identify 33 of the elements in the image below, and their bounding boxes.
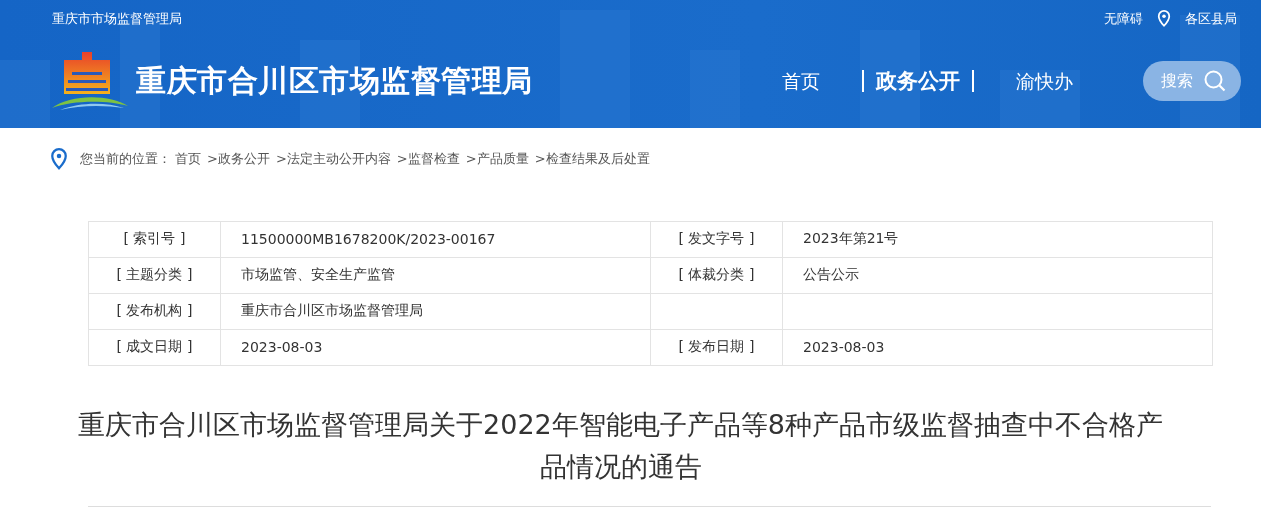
field-label: [ 成文日期 ] [116,338,193,354]
search-icon [1203,69,1227,93]
field-value: 11500000MB1678200K/2023-00167 [241,231,496,247]
nav-tab[interactable]: 政务公开 [862,70,974,92]
field-label: [ 发布机构 ] [116,302,193,318]
field-value: 市场监管、安全生产监管 [241,266,395,282]
breadcrumb-link[interactable]: >政务公开 [207,150,270,169]
field-label: [ 体裁分类 ] [678,266,755,282]
field-value: 2023年第21号 [803,230,899,246]
site-title: 重庆市合川区市场监督管理局 [136,61,533,100]
site-link[interactable]: 重庆市市场监督管理局 [52,10,182,28]
field-label: [ 主题分类 ] [116,266,193,282]
field-label: [ 发文字号 ] [678,230,755,246]
breadcrumb-link[interactable]: >法定主动公开内容 [275,150,391,169]
breadcrumb-link[interactable]: 首页 [175,150,201,169]
breadcrumb-link[interactable]: >产品质量 [465,150,529,169]
field-value: 重庆市合川区市场监督管理局 [241,302,423,318]
location-pin-icon [50,148,68,171]
field-label: [ 发布日期 ] [678,338,755,354]
article-title: 重庆市合川区市场监督管理局关于2022年智能电子产品等8种产品市级监督抽查中不合格产品情况的通告 [77,407,1164,484]
breadcrumb-link[interactable]: >监督检查 [396,150,460,169]
breadcrumb-label: 您当前的位置： [80,150,171,169]
location-pin-icon [1157,10,1171,28]
breadcrumb-link[interactable]: >检查结果及后处置 [534,150,650,169]
nav-tab[interactable]: 渝快办 [1002,70,1087,92]
field-label: [ 索引号 ] [123,230,186,246]
accessibility-link[interactable]: 无障碍 [1104,10,1143,28]
field-value: 公告公示 [803,266,859,282]
field-value: 2023-08-03 [803,339,885,355]
nav-tab[interactable]: 首页 [768,70,834,92]
districts-link[interactable]: 各区县局 [1185,10,1237,28]
field-value: 2023-08-03 [241,339,323,355]
logo-icon [50,50,130,112]
